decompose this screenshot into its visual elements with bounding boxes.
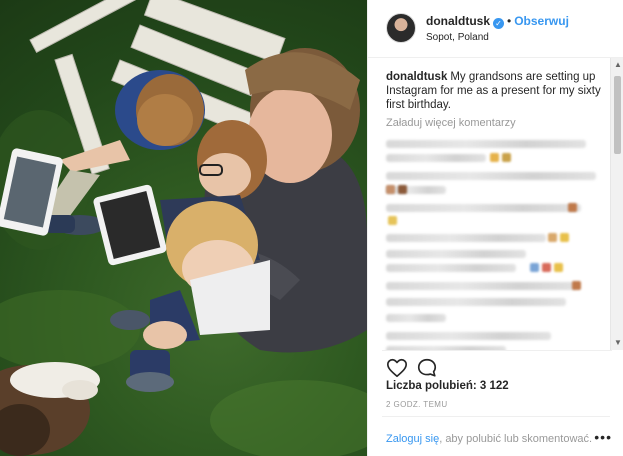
scrollbar-thumb[interactable]	[614, 76, 621, 154]
location-link[interactable]: Sopot, Poland	[426, 32, 489, 43]
tablet-middle	[93, 184, 167, 266]
header-user-line: donaldtusk ✓ • Obserwuj	[426, 14, 569, 29]
post-footer: Zaloguj się, aby polubić lub skomentować…	[382, 416, 612, 456]
verified-badge-icon: ✓	[493, 18, 505, 29]
follow-button[interactable]: Obserwuj	[514, 14, 569, 28]
more-options-icon[interactable]: •••	[594, 429, 612, 445]
login-prompt-text: , aby polubić lub skomentować.	[439, 433, 593, 445]
dog	[0, 362, 100, 456]
heart-icon[interactable]	[386, 357, 408, 379]
login-link[interactable]: Zaloguj się	[386, 433, 439, 445]
post-timestamp[interactable]: 2 GODZ. TEMU	[386, 400, 448, 409]
caption-username[interactable]: donaldtusk	[386, 71, 447, 83]
photo-illustration	[0, 0, 367, 456]
chevron-up-icon[interactable]: ▲	[611, 58, 623, 72]
comments-area[interactable]: donaldtusk My grandsons are setting up In…	[368, 58, 623, 350]
load-more-comments-button[interactable]: Załaduj więcej komentarzy	[386, 117, 516, 129]
post-header: donaldtusk ✓ • Obserwuj Sopot, Poland	[368, 0, 623, 58]
likes-count[interactable]: Liczba polubień: 3 122	[386, 380, 509, 392]
post-actions	[382, 350, 612, 380]
comments-scrollbar[interactable]: ▲ ▼	[610, 58, 623, 350]
login-prompt: Zaloguj się, aby polubić lub skomentować…	[386, 433, 592, 445]
header-username[interactable]: donaldtusk	[426, 14, 490, 28]
post-photo[interactable]	[0, 0, 367, 456]
post-side-panel: donaldtusk ✓ • Obserwuj Sopot, Poland donal…	[367, 0, 623, 456]
chevron-down-icon[interactable]: ▼	[611, 336, 623, 350]
post-caption: donaldtusk My grandsons are setting up In…	[386, 70, 604, 112]
separator-dot: •	[507, 14, 512, 28]
comment-bubble-icon[interactable]	[416, 357, 438, 379]
avatar[interactable]	[386, 13, 416, 43]
